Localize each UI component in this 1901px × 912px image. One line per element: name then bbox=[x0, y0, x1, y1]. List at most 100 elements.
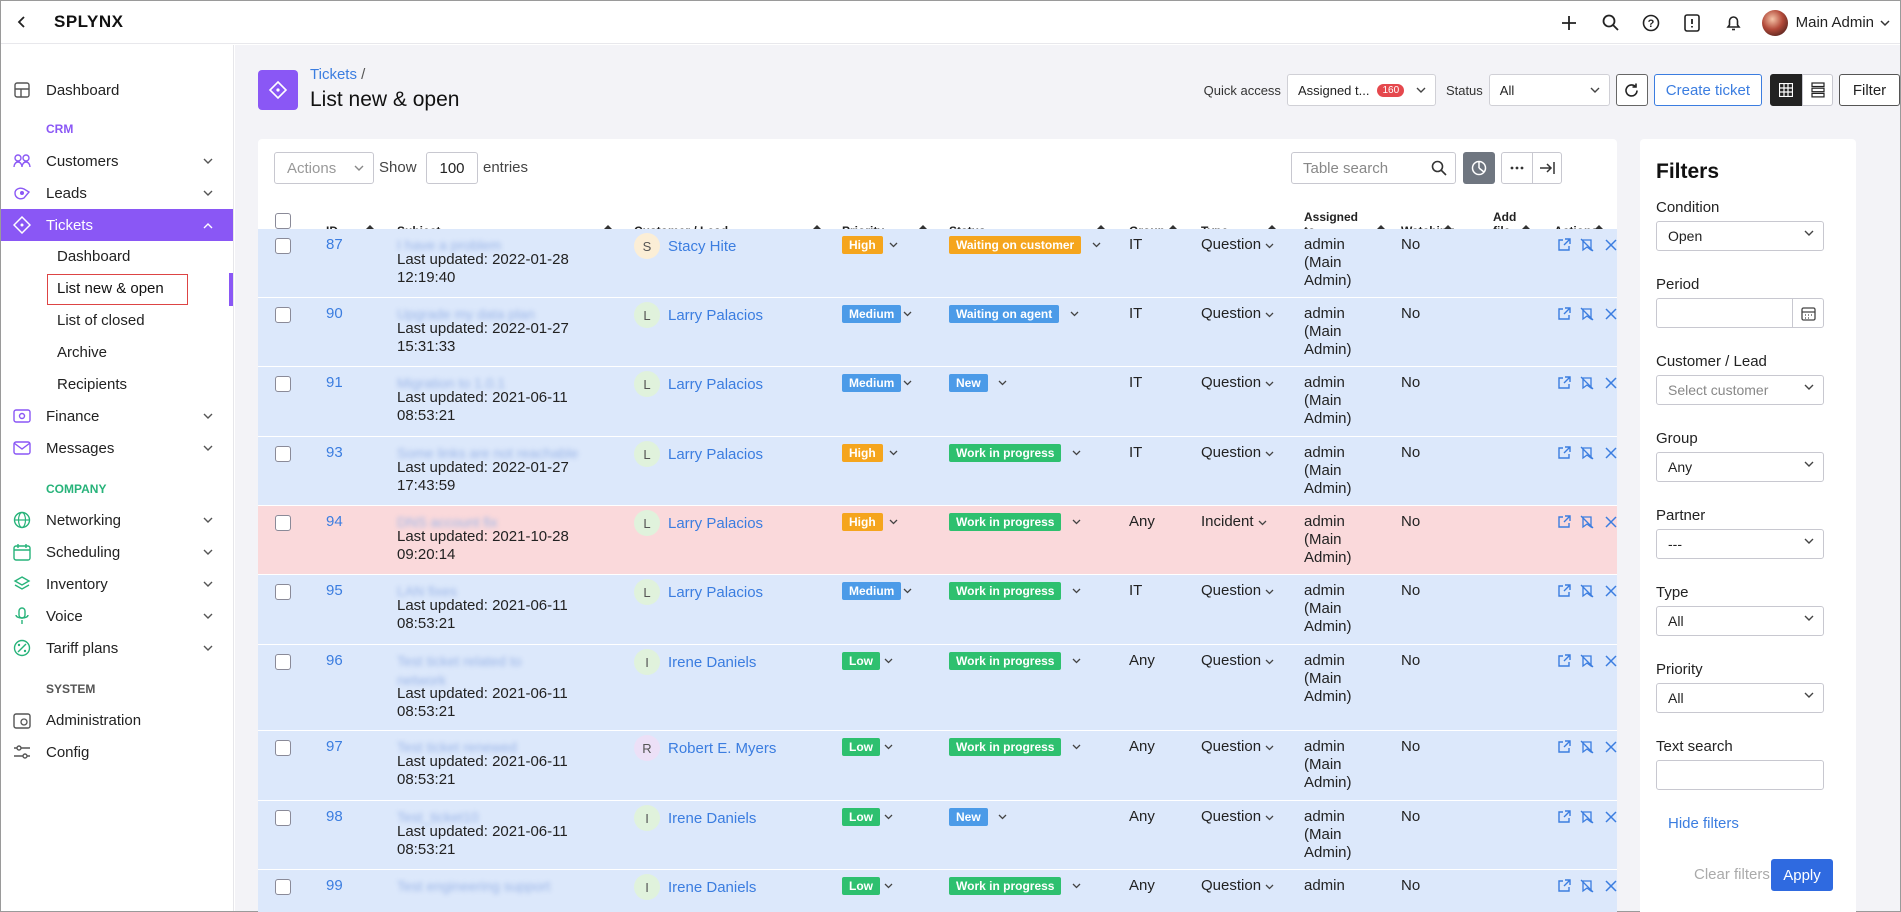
select-all-checkbox[interactable] bbox=[275, 213, 291, 229]
quick-access-select[interactable]: Assigned t... 160 bbox=[1286, 74, 1436, 106]
period-input[interactable] bbox=[1656, 298, 1793, 328]
ticket-id-link[interactable]: 87 bbox=[326, 236, 343, 254]
table-row[interactable]: 97 Test ticket renewed Last updated: 202… bbox=[258, 731, 1617, 801]
close-icon[interactable] bbox=[1604, 584, 1617, 598]
row-checkbox[interactable] bbox=[275, 584, 291, 600]
type-dropdown[interactable]: Question bbox=[1201, 877, 1274, 895]
open-external-icon[interactable] bbox=[1557, 879, 1571, 893]
ticket-id-link[interactable]: 96 bbox=[326, 652, 343, 670]
row-checkbox[interactable] bbox=[275, 307, 291, 323]
entries-per-page-input[interactable]: 100 bbox=[426, 152, 478, 184]
breadcrumb-tickets[interactable]: Tickets bbox=[310, 66, 357, 83]
status-badge[interactable]: Work in progress bbox=[949, 738, 1062, 756]
unwatch-icon[interactable] bbox=[1580, 238, 1594, 252]
sidebar-item-scheduling[interactable]: Scheduling bbox=[1, 536, 233, 568]
ticket-id-link[interactable]: 93 bbox=[326, 444, 343, 462]
close-icon[interactable] bbox=[1604, 879, 1617, 893]
ticket-id-link[interactable]: 94 bbox=[326, 513, 343, 531]
table-row[interactable]: 93 Some links are not reachable Last upd… bbox=[258, 437, 1617, 506]
close-icon[interactable] bbox=[1604, 810, 1617, 824]
open-external-icon[interactable] bbox=[1557, 740, 1571, 754]
chevron-down-icon[interactable] bbox=[1072, 450, 1081, 456]
status-badge[interactable]: Work in progress bbox=[949, 444, 1062, 462]
status-badge[interactable]: Work in progress bbox=[949, 877, 1062, 895]
unwatch-icon[interactable] bbox=[1580, 446, 1594, 460]
ticket-id-link[interactable]: 97 bbox=[326, 738, 343, 756]
status-badge[interactable]: Waiting on customer bbox=[949, 236, 1082, 254]
sidebar-item-messages[interactable]: Messages bbox=[1, 432, 233, 464]
sidebar-item-networking[interactable]: Networking bbox=[1, 504, 233, 536]
sidebar-item-dashboard[interactable]: Dashboard bbox=[1, 74, 233, 106]
priority-badge[interactable]: High bbox=[842, 444, 883, 462]
status-badge[interactable]: New bbox=[949, 808, 988, 826]
chevron-down-icon[interactable] bbox=[1072, 883, 1081, 889]
unwatch-icon[interactable] bbox=[1580, 810, 1594, 824]
ticket-id-link[interactable]: 99 bbox=[326, 877, 343, 895]
sidebar-item-administration[interactable]: Administration bbox=[1, 704, 233, 736]
table-row[interactable]: 99 Test engineering support I Irene Dani… bbox=[258, 870, 1617, 912]
priority-badge[interactable]: Low bbox=[842, 652, 880, 670]
customer-link[interactable]: Larry Palacios bbox=[668, 376, 763, 393]
sidebar-item-customers[interactable]: Customers bbox=[1, 145, 233, 177]
sidebar-subitem-list-new-open[interactable]: List new & open bbox=[57, 280, 164, 297]
unwatch-icon[interactable] bbox=[1580, 740, 1594, 754]
open-external-icon[interactable] bbox=[1557, 376, 1571, 390]
sidebar-item-finance[interactable]: Finance bbox=[1, 400, 233, 432]
open-external-icon[interactable] bbox=[1557, 515, 1571, 529]
row-checkbox[interactable] bbox=[275, 654, 291, 670]
close-icon[interactable] bbox=[1604, 515, 1617, 529]
chevron-down-icon[interactable] bbox=[1072, 519, 1081, 525]
customer-select[interactable]: Select customer bbox=[1656, 375, 1824, 405]
sidebar-item-inventory[interactable]: Inventory bbox=[1, 568, 233, 600]
filter-button[interactable]: Filter bbox=[1839, 74, 1900, 106]
sidebar-item-voice[interactable]: Voice bbox=[1, 600, 233, 632]
priority-badge[interactable]: High bbox=[842, 236, 883, 254]
customer-link[interactable]: Irene Daniels bbox=[668, 810, 756, 827]
chevron-down-icon[interactable] bbox=[1072, 744, 1081, 750]
row-checkbox[interactable] bbox=[275, 376, 291, 392]
chevron-down-icon[interactable] bbox=[884, 744, 893, 750]
open-external-icon[interactable] bbox=[1557, 238, 1571, 252]
chevron-down-icon[interactable] bbox=[903, 380, 912, 386]
priority-badge[interactable]: Medium bbox=[842, 305, 902, 323]
unwatch-icon[interactable] bbox=[1580, 584, 1594, 598]
open-external-icon[interactable] bbox=[1557, 654, 1571, 668]
priority-badge[interactable]: Low bbox=[842, 877, 880, 895]
admin-menu[interactable]: Main Admin bbox=[1761, 9, 1890, 36]
status-badge[interactable]: Work in progress bbox=[949, 513, 1062, 531]
chevron-down-icon[interactable] bbox=[998, 814, 1007, 820]
period-calendar-button[interactable] bbox=[1792, 298, 1824, 328]
type-dropdown[interactable]: Question bbox=[1201, 808, 1274, 826]
ticket-id-link[interactable]: 90 bbox=[326, 305, 343, 323]
partner-select[interactable]: --- bbox=[1656, 529, 1824, 559]
table-row[interactable]: 94 DNS account fix Last updated: 2021-10… bbox=[258, 506, 1617, 575]
close-icon[interactable] bbox=[1604, 740, 1617, 754]
type-dropdown[interactable]: Question bbox=[1201, 374, 1274, 392]
customer-link[interactable]: Irene Daniels bbox=[668, 879, 756, 896]
create-ticket-button[interactable]: Create ticket bbox=[1653, 74, 1762, 106]
text-search-input[interactable] bbox=[1656, 760, 1824, 790]
search-icon[interactable] bbox=[1590, 1, 1631, 44]
row-checkbox[interactable] bbox=[275, 879, 291, 895]
table-row[interactable]: 95 LAN fixes Last updated: 2021-06-11 08:… bbox=[258, 575, 1617, 645]
ticket-id-link[interactable]: 98 bbox=[326, 808, 343, 826]
type-dropdown[interactable]: Question bbox=[1201, 582, 1274, 600]
type-dropdown[interactable]: Question bbox=[1201, 236, 1274, 254]
priority-badge[interactable]: Low bbox=[842, 738, 880, 756]
customer-link[interactable]: Stacy Hite bbox=[668, 238, 736, 255]
status-badge[interactable]: New bbox=[949, 374, 988, 392]
table-row[interactable]: 96 Test ticket related to network Last up… bbox=[258, 645, 1617, 731]
sidebar-subitem-archive[interactable]: Archive bbox=[57, 344, 107, 361]
ticket-id-link[interactable]: 91 bbox=[326, 374, 343, 392]
chevron-down-icon[interactable] bbox=[889, 242, 898, 248]
type-dropdown[interactable]: Question bbox=[1201, 652, 1274, 670]
ticket-subject[interactable]: Test engineering support bbox=[397, 877, 597, 896]
chevron-down-icon[interactable] bbox=[903, 311, 912, 317]
chevron-down-icon[interactable] bbox=[884, 883, 893, 889]
grid-view-button[interactable] bbox=[1770, 74, 1802, 106]
refresh-button[interactable] bbox=[1615, 74, 1648, 106]
apply-button[interactable]: Apply bbox=[1771, 859, 1833, 891]
customer-link[interactable]: Larry Palacios bbox=[668, 307, 763, 324]
open-external-icon[interactable] bbox=[1557, 584, 1571, 598]
sidebar-subitem-recipients[interactable]: Recipients bbox=[57, 376, 127, 393]
